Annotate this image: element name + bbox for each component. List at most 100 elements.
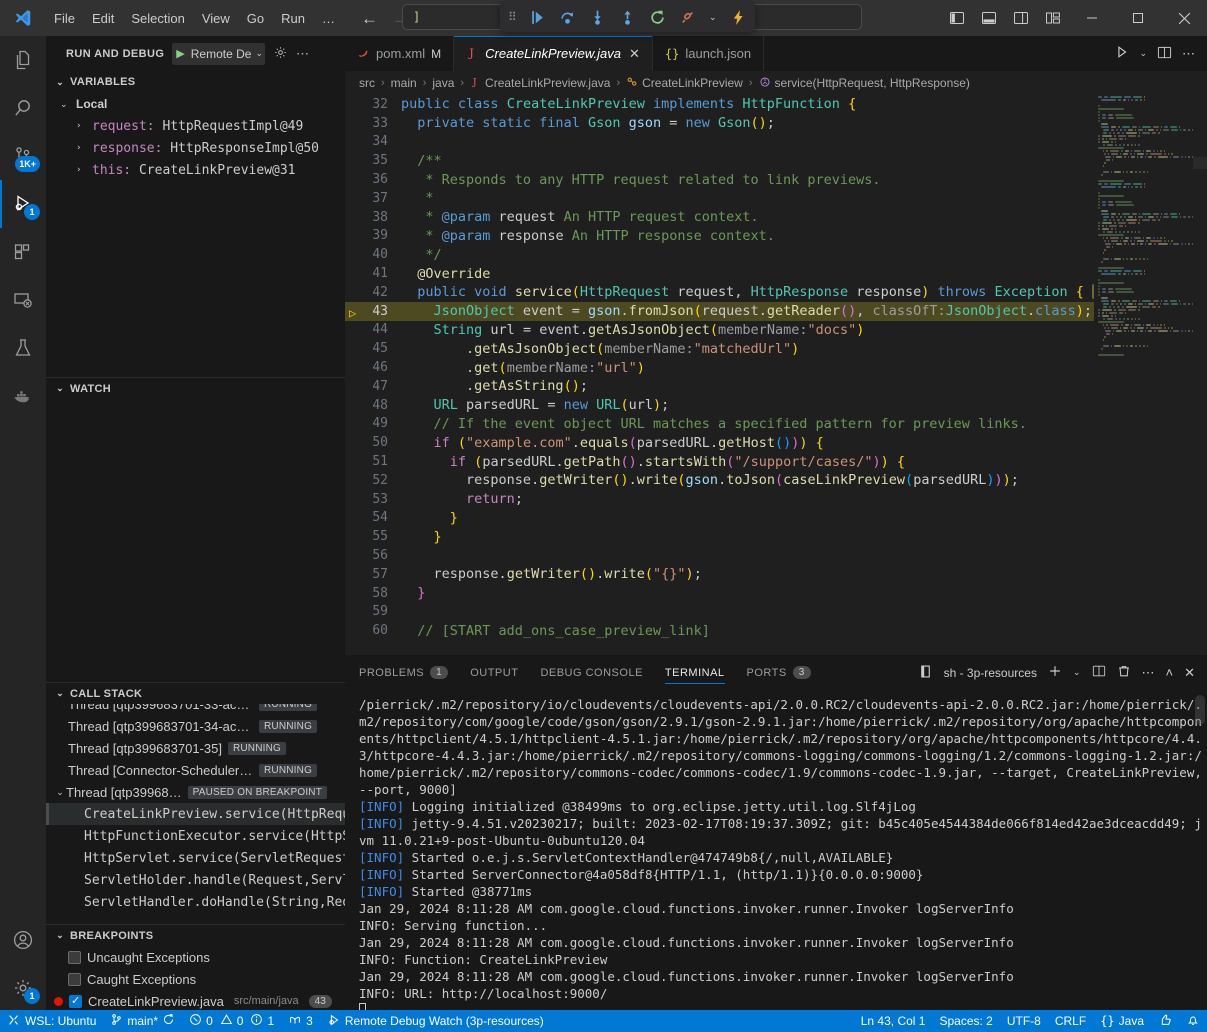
- hot-reload-button[interactable]: [730, 9, 747, 26]
- new-terminal-icon[interactable]: [1048, 664, 1062, 681]
- code-line[interactable]: 46 .get(memberName:"url"): [345, 358, 1094, 377]
- code-line[interactable]: 37 *: [345, 189, 1094, 208]
- menu-view[interactable]: View: [194, 8, 238, 29]
- variable-row[interactable]: › this: CreateLinkPreview@31: [46, 159, 345, 181]
- restart-button[interactable]: [649, 9, 666, 26]
- code-text[interactable]: *: [401, 190, 1094, 206]
- variable-scope-local[interactable]: ⌄ Local: [46, 93, 345, 115]
- step-into-button[interactable]: [589, 9, 606, 26]
- maximize-panel-icon[interactable]: ˄: [1166, 665, 1174, 680]
- call-stack-frame[interactable]: HttpServlet.service(ServletRequest,S: [46, 847, 345, 869]
- code-line[interactable]: 60 // [START add_ons_case_preview_link]: [345, 621, 1094, 640]
- code-text[interactable]: }: [401, 585, 1094, 601]
- activity-explorer[interactable]: [0, 36, 46, 84]
- code-text[interactable]: .getAsString();: [401, 378, 1094, 394]
- panel-tab-output[interactable]: OUTPUT: [470, 655, 518, 690]
- start-debug-icon[interactable]: ▶: [174, 47, 186, 60]
- checkbox[interactable]: [68, 973, 81, 986]
- toggle-secondary-sidebar-icon[interactable]: [1005, 0, 1037, 36]
- call-stack-frame[interactable]: ServletHolder.handle(Request,Servlet: [46, 869, 345, 891]
- sync-icon[interactable]: [162, 1013, 175, 1029]
- menu-more[interactable]: …: [314, 8, 343, 29]
- menu-bar[interactable]: File Edit Selection View Go Run …: [46, 8, 343, 29]
- status-encoding[interactable]: UTF-8: [1000, 1010, 1048, 1032]
- breakpoints-section-header[interactable]: ⌄ BREAKPOINTS: [46, 924, 345, 946]
- code-text[interactable]: URL parsedURL = new URL(url);: [401, 397, 1094, 413]
- chevron-right-icon[interactable]: ›: [76, 143, 92, 153]
- breakpoint-uncaught-exceptions[interactable]: Uncaught Exceptions: [46, 946, 345, 968]
- code-text[interactable]: */: [401, 247, 1094, 263]
- status-problems[interactable]: 0 0 1: [182, 1010, 281, 1032]
- call-stack-frame[interactable]: CreateLinkPreview.service(HttpReques: [46, 803, 345, 825]
- status-eol[interactable]: CRLF: [1048, 1010, 1093, 1032]
- code-text[interactable]: response.getWriter().write("{}");: [401, 566, 1094, 582]
- code-text[interactable]: * @param request An HTTP request context…: [401, 209, 1094, 225]
- tab-launch-json[interactable]: {} launch.json: [653, 36, 764, 71]
- scrollbar-thumb[interactable]: [1193, 157, 1207, 169]
- status-debug-session[interactable]: Remote Debug Watch (3p-resources): [320, 1010, 551, 1032]
- status-notifications[interactable]: [1179, 1010, 1207, 1032]
- code-text[interactable]: if (parsedURL.getPath().startsWith("/sup…: [401, 454, 1094, 470]
- step-out-button[interactable]: [619, 9, 636, 26]
- status-language-mode[interactable]: {} Java: [1093, 1010, 1151, 1032]
- terminal-scrollbar[interactable]: [1195, 695, 1205, 725]
- call-stack-thread[interactable]: Thread [qtp399683701-33-accep… RUNNING: [46, 704, 345, 715]
- gear-icon[interactable]: [273, 45, 288, 63]
- customize-layout-icon[interactable]: [1037, 0, 1069, 36]
- toggle-panel-icon[interactable]: [973, 0, 1005, 36]
- activity-testing[interactable]: [0, 324, 46, 372]
- code-line[interactable]: 57 response.getWriter().write("{}");: [345, 565, 1094, 584]
- breadcrumb-item[interactable]: CreateLinkPreview: [642, 76, 743, 90]
- close-icon[interactable]: ✕: [629, 46, 640, 62]
- variables-section-header[interactable]: ⌄ VARIABLES: [46, 71, 345, 93]
- drag-handle-icon[interactable]: ⠿: [508, 14, 516, 21]
- chevron-right-icon[interactable]: ›: [76, 121, 92, 131]
- code-line[interactable]: 59: [345, 603, 1094, 622]
- code-line[interactable]: 55 }: [345, 527, 1094, 546]
- minimap[interactable]: [1094, 95, 1193, 672]
- panel-more-actions-icon[interactable]: ⋯: [1142, 665, 1155, 681]
- call-stack-section-header[interactable]: ⌄ CALL STACK: [46, 682, 345, 704]
- run-file-icon[interactable]: [1115, 45, 1129, 62]
- debug-toolbar[interactable]: ⠿ ⌄: [500, 2, 755, 32]
- window-close-button[interactable]: [1161, 0, 1207, 36]
- kill-terminal-icon[interactable]: [1117, 664, 1131, 681]
- status-ports[interactable]: 3: [281, 1010, 320, 1032]
- debug-options-chevron-down-icon[interactable]: ⌄: [709, 12, 717, 23]
- disconnect-button[interactable]: [679, 9, 696, 26]
- menu-edit[interactable]: Edit: [84, 8, 122, 29]
- tab-pom-xml[interactable]: pom.xml M: [345, 36, 454, 71]
- panel-tab-problems[interactable]: PROBLEMS 1: [359, 655, 448, 690]
- call-stack-thread[interactable]: Thread [qtp399683701-35] RUNNING: [46, 737, 345, 759]
- breadcrumb-item[interactable]: src: [359, 76, 375, 90]
- chevron-right-icon[interactable]: ›: [76, 165, 92, 175]
- code-line[interactable]: 53 return;: [345, 490, 1094, 509]
- breadcrumb-item[interactable]: java: [432, 76, 454, 90]
- code-text[interactable]: @Override: [401, 266, 1094, 282]
- editor-scrollbar[interactable]: [1193, 95, 1207, 672]
- activity-accounts[interactable]: [0, 916, 46, 964]
- call-stack-thread[interactable]: Thread [Connector-Scheduler-… RUNNING: [46, 759, 345, 781]
- split-terminal-icon[interactable]: [1092, 664, 1106, 681]
- editor-more-actions-icon[interactable]: ⋯: [1182, 46, 1195, 62]
- split-editor-icon[interactable]: [1157, 45, 1172, 63]
- code-text[interactable]: .getAsJsonObject(memberName:"matchedUrl"…: [401, 341, 1094, 357]
- code-text[interactable]: if ("example.com".equals(parsedURL.getHo…: [401, 435, 1094, 451]
- activity-extensions[interactable]: [0, 228, 46, 276]
- code-line[interactable]: 41 @Override: [345, 264, 1094, 283]
- code-line[interactable]: ▷43 JsonObject event = gson.fromJson(req…: [345, 302, 1094, 321]
- variable-row[interactable]: › request: HttpRequestImpl@49: [46, 115, 345, 137]
- code-text[interactable]: public class CreateLinkPreview implement…: [401, 96, 1094, 112]
- code-lines[interactable]: 32public class CreateLinkPreview impleme…: [345, 95, 1094, 672]
- code-line[interactable]: 38 * @param request An HTTP request cont…: [345, 208, 1094, 227]
- run-options-chevron-down-icon[interactable]: ⌄: [1139, 48, 1147, 59]
- status-remote-host[interactable]: WSL: Ubuntu: [0, 1010, 103, 1032]
- breakpoint-caught-exceptions[interactable]: Caught Exceptions: [46, 968, 345, 990]
- step-over-button[interactable]: [559, 9, 576, 26]
- code-text[interactable]: // [START add_ons_case_preview_link]: [401, 623, 1094, 639]
- window-minimize-button[interactable]: [1069, 0, 1115, 36]
- status-cursor-position[interactable]: Ln 43, Col 1: [854, 1010, 933, 1032]
- code-line[interactable]: 58 }: [345, 584, 1094, 603]
- variable-row[interactable]: › response: HttpResponseImpl@50: [46, 137, 345, 159]
- panel-tab-debug-console[interactable]: DEBUG CONSOLE: [540, 655, 642, 690]
